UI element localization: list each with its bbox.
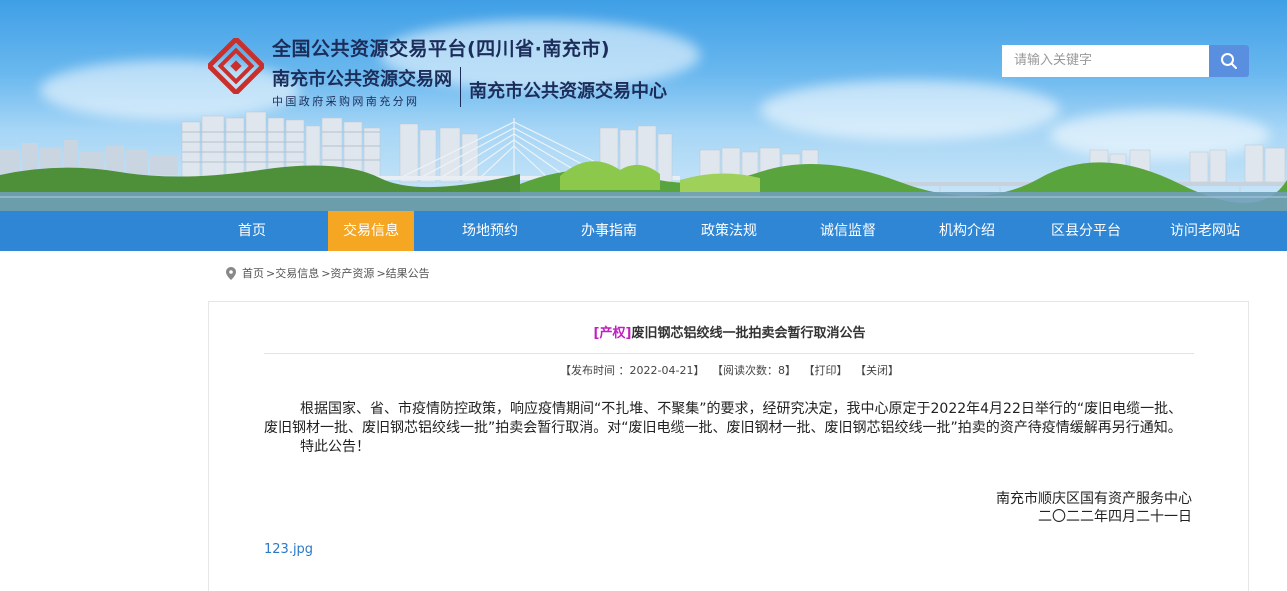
nav-item-home[interactable]: 首页 [208,211,296,251]
site-logo[interactable]: 全国公共资源交易平台(四川省·南充市) 南充市公共资源交易网 中国政府采购网南充… [208,34,667,109]
breadcrumb-home[interactable]: 首页 [242,265,264,281]
search-icon [1221,53,1237,69]
breadcrumb-results[interactable]: >结果公告 [376,265,429,281]
search-button[interactable] [1209,45,1249,77]
nav-item-district-platform[interactable]: 区县分平台 [1042,211,1130,251]
nav-item-venue-booking[interactable]: 场地预约 [446,211,534,251]
nav-item-guide[interactable]: 办事指南 [565,211,653,251]
article-signature: 南充市顺庆区国有资产服务中心 二〇二二年四月二十一日 [996,490,1192,526]
nav-item-policy[interactable]: 政策法规 [685,211,773,251]
view-count: 【阅读次数：8】 [711,364,796,377]
publish-date: 【发布时间 ：2022-04-21】 [560,364,705,377]
location-pin-icon [226,266,236,280]
search-input[interactable]: 请输入关键字 [1002,45,1209,77]
logo-emblem-icon [208,38,264,94]
attachment-link[interactable]: 123.jpg [264,542,313,557]
signature-date: 二〇二二年四月二十一日 [1038,509,1192,525]
breadcrumb-trade-info[interactable]: >交易信息 [266,265,319,281]
main-nav: 首页 交易信息 场地预约 办事指南 政策法规 诚信监督 机构介绍 区县分平台 访… [0,211,1287,251]
breadcrumb: 首页 >交易信息 >资产资源 >结果公告 [226,265,432,281]
article-panel: [产权]废旧钢芯铝绞线一批拍卖会暂行取消公告 【发布时间 ：2022-04-21… [208,301,1249,591]
signature-org: 南充市顺庆区国有资产服务中心 [996,491,1192,507]
nav-item-trade-info[interactable]: 交易信息 [328,211,414,251]
article-body: 根据国家、省、市疫情防控政策，响应疫情期间“不扎堆、不聚集”的要求，经研究决定，… [264,400,1194,457]
logo-center-name: 南充市公共资源交易中心 [469,81,667,102]
nav-item-about[interactable]: 机构介绍 [923,211,1011,251]
title-divider [264,353,1194,354]
article-meta: 【发布时间 ：2022-04-21】 【阅读次数：8】 【打印】 【关闭】 [209,362,1250,378]
logo-platform-title: 全国公共资源交易平台(四川省·南充市) [272,38,611,60]
logo-divider [460,67,461,107]
close-link[interactable]: 【关闭】 [855,364,899,377]
nav-item-old-site[interactable]: 访问老网站 [1161,211,1249,251]
article-paragraph: 特此公告！ [300,439,370,455]
article-paragraph: 根据国家、省、市疫情防控政策，响应疫情期间“不扎堆、不聚集”的要求，经研究决定，… [264,401,1183,436]
logo-subtitle: 中国政府采购网南充分网 [272,95,420,108]
header-banner: 全国公共资源交易平台(四川省·南充市) 南充市公共资源交易网 中国政府采购网南充… [0,0,1287,211]
logo-site-name: 南充市公共资源交易网 [272,69,452,90]
article-title-text: 废旧钢芯铝绞线一批拍卖会暂行取消公告 [631,326,866,341]
breadcrumb-assets[interactable]: >资产资源 [321,265,374,281]
nav-item-credit[interactable]: 诚信监督 [804,211,892,251]
article-category-tag: [产权] [593,326,632,341]
article-title: [产权]废旧钢芯铝绞线一批拍卖会暂行取消公告 [209,322,1250,341]
print-link[interactable]: 【打印】 [803,364,847,377]
